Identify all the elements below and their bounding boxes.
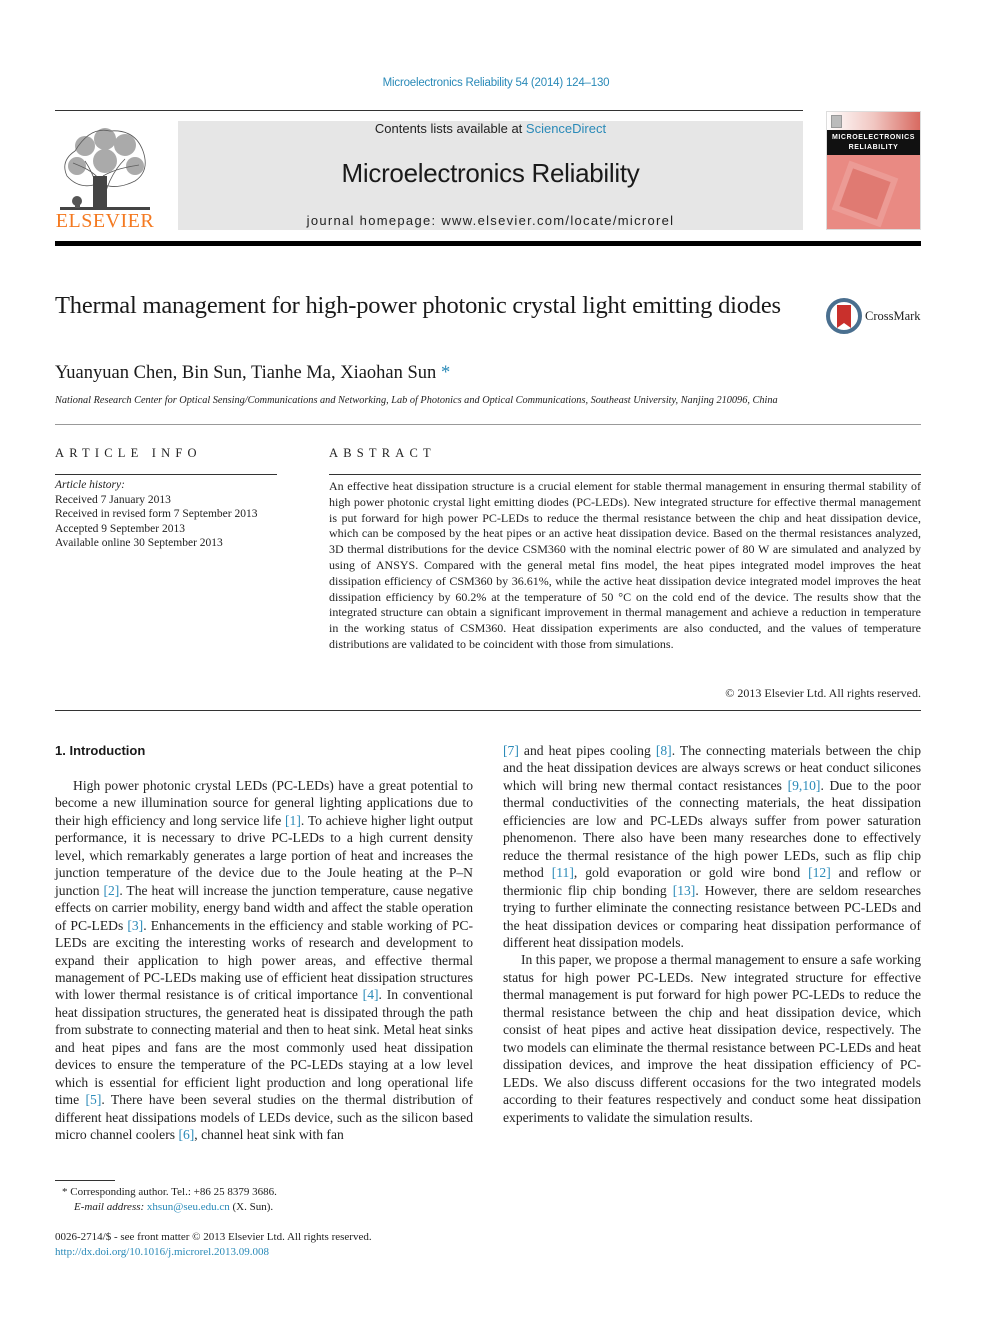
paragraph-text: . In conventional heat dissipation struc…: [55, 987, 474, 1108]
crossmark-icon: [826, 298, 862, 334]
email-link[interactable]: xhsun@seu.edu.cn: [147, 1201, 230, 1213]
intro-paragraph-1-continued: [7] and heat pipes cooling [8]. The conn…: [503, 742, 921, 951]
crossmark-label: CrossMark: [865, 309, 921, 323]
article-history: Article history: Received 7 January 2013…: [55, 478, 295, 551]
email-suffix: (X. Sun).: [229, 1201, 274, 1213]
paragraph-text: and heat pipes cooling: [518, 743, 656, 758]
history-revised: Received in revised form 7 September 201…: [55, 508, 258, 520]
reference-link[interactable]: [7]: [503, 743, 519, 758]
reference-link[interactable]: [12]: [808, 865, 831, 880]
abstract-copyright: © 2013 Elsevier Ltd. All rights reserved…: [725, 686, 921, 700]
journal-name: Microelectronics Reliability: [341, 158, 640, 188]
doi-link[interactable]: http://dx.doi.org/10.1016/j.microrel.201…: [55, 1245, 372, 1260]
journal-cover-thumbnail[interactable]: MICROELECTRONICS RELIABILITY: [826, 111, 921, 230]
history-accepted: Accepted 9 September 2013: [55, 522, 185, 535]
affiliation-divider: [55, 424, 921, 425]
header-thick-divider: [55, 241, 921, 246]
affiliation: National Research Center for Optical Sen…: [55, 395, 778, 406]
front-matter: 0026-2714/$ - see front matter © 2013 El…: [55, 1230, 372, 1259]
body-column-right: [7] and heat pipes cooling [8]. The conn…: [503, 742, 921, 1126]
sciencedirect-link[interactable]: ScienceDirect: [526, 121, 606, 136]
intro-paragraph-2: In this paper, we propose a thermal mana…: [503, 952, 921, 1125]
crossmark-badge[interactable]: CrossMark: [826, 298, 926, 334]
issn-copyright: 0026-2714/$ - see front matter © 2013 El…: [55, 1231, 372, 1243]
contents-prefix: Contents lists available at: [374, 121, 526, 136]
article-title: Thermal management for high-power photon…: [55, 292, 781, 319]
elsevier-wordmark: ELSEVIER: [55, 210, 155, 232]
cover-title-line2: RELIABILITY: [848, 144, 899, 151]
authors: Yuanyuan Chen, Bin Sun, Tianhe Ma, Xiaoh…: [55, 363, 437, 383]
body-column-left: High power photonic crystal LEDs (PC-LED…: [55, 777, 473, 1144]
journal-homepage[interactable]: journal homepage: www.elsevier.com/locat…: [178, 213, 803, 228]
reference-link[interactable]: [9,10]: [788, 778, 821, 793]
reference-link[interactable]: [5]: [86, 1092, 102, 1107]
journal-citation[interactable]: Microelectronics Reliability 54 (2014) 1…: [0, 77, 992, 89]
footnote-corresponding: Corresponding author. Tel.: +86 25 8379 …: [70, 1186, 277, 1198]
header-divider: [55, 110, 803, 111]
abstract-text: An effective heat dissipation structure …: [329, 479, 921, 651]
reference-link[interactable]: [2]: [103, 883, 119, 898]
cover-title: MICROELECTRONICS RELIABILITY: [827, 130, 920, 155]
email-label: E-mail address:: [74, 1201, 145, 1213]
reference-link[interactable]: [6]: [178, 1127, 194, 1142]
reference-link[interactable]: [13]: [673, 883, 696, 898]
history-online: Available online 30 September 2013: [55, 537, 223, 549]
reference-link[interactable]: [1]: [285, 813, 301, 828]
cover-chip-image: [839, 168, 891, 220]
footnote-marker: *: [62, 1186, 68, 1198]
paragraph-text: , channel heat sink with fan: [194, 1127, 344, 1143]
history-label: Article history:: [55, 479, 125, 491]
abstract-heading: ABSTRACT: [329, 446, 436, 460]
article-info-heading: ARTICLE INFO: [55, 446, 202, 460]
history-received: Received 7 January 2013: [55, 493, 171, 506]
abstract-bottom-divider: [55, 710, 921, 711]
cover-elsevier-logo: [831, 115, 842, 128]
corresponding-author-footnote: * Corresponding author. Tel.: +86 25 837…: [62, 1185, 277, 1215]
contents-line: Contents lists available at ScienceDirec…: [178, 121, 803, 136]
cover-title-line1: MICROELECTRONICS: [831, 134, 916, 141]
paragraph-text: , gold evaporation or gold wire bond: [573, 865, 809, 881]
footnote-divider: [55, 1180, 115, 1181]
intro-paragraph-1: High power photonic crystal LEDs (PC-LED…: [55, 777, 473, 1144]
reference-link[interactable]: [11]: [552, 865, 574, 880]
abstract-divider: [329, 474, 921, 475]
reference-link[interactable]: [4]: [363, 987, 379, 1002]
reference-link[interactable]: [8]: [656, 743, 672, 758]
author-list: Yuanyuan Chen, Bin Sun, Tianhe Ma, Xiaoh…: [55, 363, 450, 384]
corresponding-author-marker[interactable]: *: [441, 363, 450, 383]
article-info-divider: [55, 474, 277, 475]
reference-link[interactable]: [3]: [127, 918, 143, 933]
section-heading-introduction: 1. Introduction: [55, 743, 146, 758]
